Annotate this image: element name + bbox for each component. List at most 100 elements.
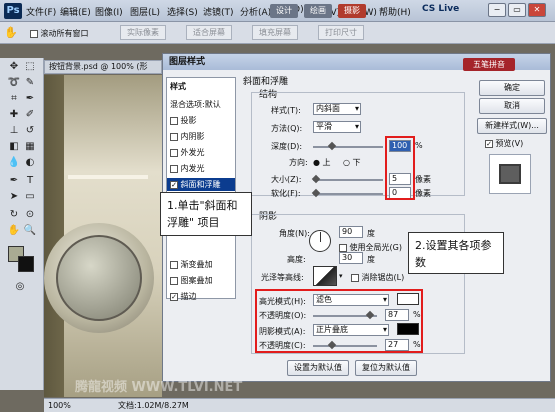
shadow-opacity-label: 不透明度(C):: [259, 341, 306, 350]
checkbox-checked[interactable]: ✓: [170, 180, 178, 189]
menu-analysis[interactable]: 分析(A): [240, 5, 271, 18]
blend-options-default[interactable]: 混合选项:默认: [167, 98, 235, 111]
scroll-all-windows[interactable]: 滚动所有窗口: [30, 28, 89, 39]
move-tool-icon[interactable]: ✥: [6, 60, 22, 74]
ime-badge[interactable]: 五笔拼音: [463, 58, 515, 71]
3d-rotate-icon[interactable]: ↻: [6, 208, 22, 222]
print-size-button[interactable]: 打印尺寸: [318, 25, 364, 40]
close-icon[interactable]: ✕: [528, 3, 546, 17]
style-inner-glow[interactable]: 内发光: [167, 162, 235, 175]
3d-orbit-icon[interactable]: ⊙: [22, 208, 38, 222]
global-light-checkbox[interactable]: [339, 243, 347, 252]
zoom-icon[interactable]: 🔍: [22, 224, 38, 238]
anti-alias-option[interactable]: 消除锯齿(L): [351, 272, 404, 283]
set-default-button[interactable]: 设置为默认值: [287, 360, 349, 376]
crop-tool-icon[interactable]: ⌗: [6, 92, 22, 106]
shadow-color-swatch[interactable]: [397, 323, 419, 335]
gloss-contour-dropdown-icon[interactable]: ▾: [339, 272, 343, 280]
checkbox[interactable]: [170, 164, 178, 173]
mode-painting[interactable]: 绘画: [304, 4, 332, 18]
shadow-mode-select[interactable]: 正片叠底: [313, 324, 389, 336]
fit-screen-button[interactable]: 适合屏幕: [186, 25, 232, 40]
hand-icon[interactable]: ✋: [6, 224, 22, 238]
zoom-level[interactable]: 100%: [48, 399, 71, 412]
style-pattern-overlay[interactable]: 图案叠加: [167, 274, 235, 287]
mode-design[interactable]: 设计: [270, 4, 298, 18]
menu-file[interactable]: 文件(F): [26, 5, 56, 18]
marquee-tool-icon[interactable]: ⬚: [22, 60, 38, 74]
checkbox[interactable]: [170, 260, 178, 269]
cs-live-button[interactable]: CS Live: [422, 4, 459, 14]
checkbox[interactable]: [170, 148, 178, 157]
reset-default-button[interactable]: 复位为默认值: [355, 360, 417, 376]
style-outer-glow[interactable]: 外发光: [167, 146, 235, 159]
preview-option[interactable]: ✓ 预览(V): [485, 138, 523, 149]
global-light-label: 使用全局光(G): [349, 243, 402, 252]
soften-slider[interactable]: [313, 193, 383, 195]
brush-tool-icon[interactable]: ✐: [22, 108, 38, 122]
new-style-button[interactable]: 新建样式(W)...: [477, 118, 547, 134]
shadow-opacity-input[interactable]: 27: [385, 339, 409, 351]
depth-slider[interactable]: [313, 146, 383, 148]
menu-layer[interactable]: 图层(L): [130, 5, 160, 18]
checkbox[interactable]: [170, 132, 178, 141]
eraser-icon[interactable]: ◧: [6, 140, 22, 154]
eyedropper-icon[interactable]: ✒: [22, 92, 38, 106]
highlight-mode-select[interactable]: 滤色: [313, 294, 389, 306]
checkbox[interactable]: [170, 116, 178, 125]
style-drop-shadow[interactable]: 投影: [167, 114, 235, 127]
quick-select-icon[interactable]: ✎: [22, 76, 38, 90]
angle-input[interactable]: 90: [339, 226, 363, 238]
menu-select[interactable]: 选择(S): [167, 5, 198, 18]
minimize-icon[interactable]: −: [488, 3, 506, 17]
style-bevel-emboss[interactable]: ✓ 斜面和浮雕: [167, 178, 235, 191]
history-brush-icon[interactable]: ↺: [22, 124, 38, 138]
quick-mask-icon[interactable]: ◎: [12, 280, 28, 294]
ok-button[interactable]: 确定: [479, 80, 545, 96]
scroll-all-checkbox[interactable]: [30, 29, 38, 38]
direction-down[interactable]: ○ 下: [343, 157, 361, 168]
shadow-opacity-slider[interactable]: [313, 345, 377, 347]
angle-needle: [320, 232, 321, 242]
actual-pixels-button[interactable]: 实际像素: [120, 25, 166, 40]
blur-tool-icon[interactable]: 💧: [6, 156, 22, 170]
highlight-color-swatch[interactable]: [397, 293, 419, 305]
checkbox[interactable]: [170, 276, 178, 285]
cancel-button[interactable]: 取消: [479, 98, 545, 114]
shape-tool-icon[interactable]: ▭: [22, 190, 38, 204]
menu-filter[interactable]: 滤镜(T): [203, 5, 234, 18]
dodge-tool-icon[interactable]: ◐: [22, 156, 38, 170]
anti-alias-checkbox[interactable]: [351, 273, 359, 282]
background-color-swatch[interactable]: [18, 256, 34, 272]
document-tab[interactable]: 按钮背景.psd @ 100% (形: [44, 60, 162, 74]
style-stroke[interactable]: ✓ 描边: [167, 290, 235, 303]
menu-edit[interactable]: 编辑(E): [60, 5, 91, 18]
healing-brush-icon[interactable]: ✚: [6, 108, 22, 122]
styles-header[interactable]: 样式: [167, 80, 235, 93]
mode-photography[interactable]: 摄影: [338, 4, 366, 18]
checkbox-checked[interactable]: ✓: [170, 292, 178, 301]
angle-dial[interactable]: [309, 230, 331, 252]
size-slider[interactable]: [313, 179, 383, 181]
altitude-input[interactable]: 30: [339, 252, 363, 264]
preview-checkbox[interactable]: ✓: [485, 139, 493, 148]
highlight-opacity-input[interactable]: 87: [385, 309, 409, 321]
hand-tool-icon[interactable]: ✋: [4, 26, 18, 39]
bevel-style-select[interactable]: 内斜面: [313, 103, 361, 115]
maximize-icon[interactable]: ▭: [508, 3, 526, 17]
gloss-contour-picker[interactable]: [313, 266, 337, 286]
lasso-tool-icon[interactable]: ➰: [6, 76, 22, 90]
menu-image[interactable]: 图像(I): [95, 5, 123, 18]
type-tool-icon[interactable]: T: [22, 174, 38, 188]
direction-label: 方向:: [289, 158, 308, 167]
clone-stamp-icon[interactable]: ⊥: [6, 124, 22, 138]
style-gradient-overlay[interactable]: 渐变叠加: [167, 258, 235, 271]
method-select[interactable]: 平滑: [313, 121, 361, 133]
direction-up[interactable]: ● 上: [313, 157, 331, 168]
path-select-icon[interactable]: ➤: [6, 190, 22, 204]
pen-tool-icon[interactable]: ✒: [6, 174, 22, 188]
style-inner-shadow[interactable]: 内阴影: [167, 130, 235, 143]
gradient-tool-icon[interactable]: ▦: [22, 140, 38, 154]
fill-screen-button[interactable]: 填充屏幕: [252, 25, 298, 40]
menu-help[interactable]: 帮助(H): [379, 5, 411, 18]
